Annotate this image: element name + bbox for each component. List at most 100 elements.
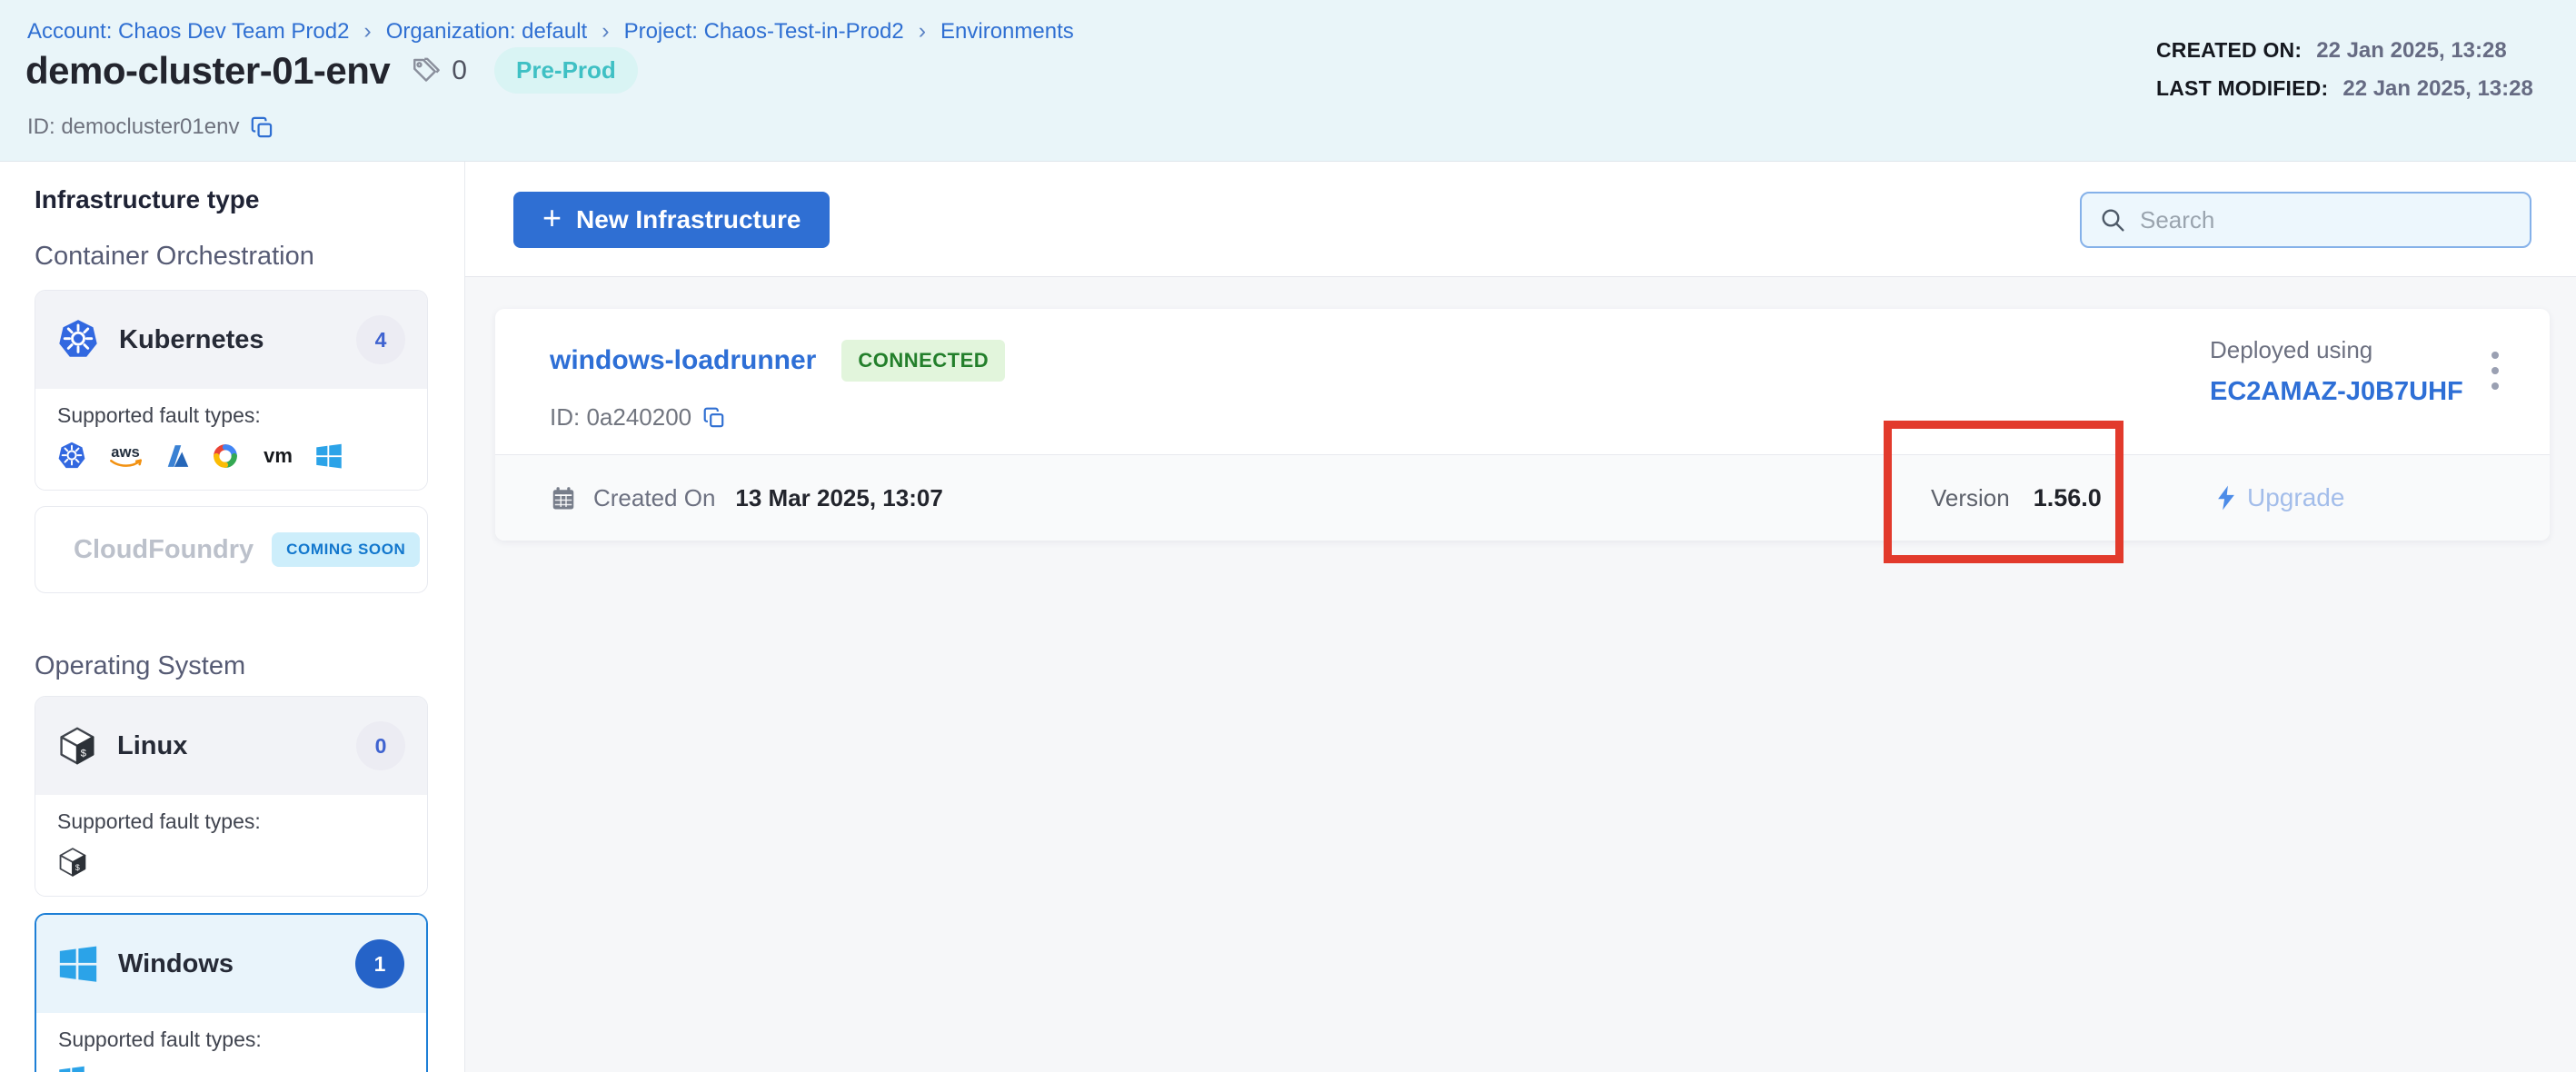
linux-icon: $ [57, 726, 97, 766]
coming-soon-badge: COMING SOON [272, 532, 420, 567]
infrastructure-card: windows-loadrunner CONNECTED ID: 0a24020… [495, 309, 2550, 541]
version-label: Version [1931, 484, 2010, 512]
sidebar-title: Infrastructure type [35, 185, 428, 214]
last-modified-value: 22 Jan 2025, 13:28 [2342, 76, 2533, 102]
linux-count-badge: 0 [356, 721, 405, 770]
gcp-icon [210, 441, 241, 471]
windows-fault-icons [58, 1065, 404, 1072]
supported-fault-types-label: Supported fault types: [58, 1027, 404, 1052]
calendar-icon [550, 484, 577, 511]
search-input[interactable] [2140, 206, 2513, 234]
chevron-right-icon: › [363, 18, 371, 45]
kubernetes-card-body: Supported fault types: aws [35, 389, 427, 490]
chevron-right-icon: › [919, 18, 926, 45]
svg-text:$: $ [75, 863, 80, 872]
kubernetes-icon [57, 442, 86, 471]
environment-details-page: Account: Chaos Dev Team Prod2 › Organiza… [0, 0, 2576, 1072]
breadcrumb-project[interactable]: Project: Chaos-Test-in-Prod2 [624, 19, 904, 45]
infrastructure-card-body: windows-loadrunner CONNECTED ID: 0a24020… [495, 309, 2550, 454]
windows-icon [315, 442, 343, 470]
page-header: Account: Chaos Dev Team Prod2 › Organiza… [0, 0, 2576, 162]
chevron-right-icon: › [602, 18, 609, 45]
deployed-host-link[interactable]: EC2AMAZ-J0B7UHF [2210, 377, 2463, 407]
infra-type-card-cloudfoundry: CloudFoundry COMING SOON [35, 506, 428, 593]
copy-infra-id-button[interactable] [702, 406, 726, 430]
section-container-orchestration: Container Orchestration [35, 242, 428, 272]
tags-count: 0 [410, 55, 467, 87]
copy-id-button[interactable] [250, 115, 274, 140]
infrastructure-name-link[interactable]: windows-loadrunner [550, 345, 816, 376]
windows-card-body: Supported fault types: [36, 1013, 426, 1072]
infrastructure-id-row: ID: 0a240200 [550, 403, 2550, 432]
aws-icon: aws [104, 442, 146, 470]
cloudfoundry-label: CloudFoundry [74, 535, 254, 565]
windows-card-head[interactable]: Windows 1 [36, 915, 426, 1013]
svg-text:aws: aws [111, 443, 140, 461]
last-modified-row: LAST MODIFIED: 22 Jan 2025, 13:28 [2156, 76, 2533, 102]
linux-card-body: Supported fault types: $ [35, 795, 427, 896]
created-on-label: CREATED ON: [2156, 38, 2302, 63]
tag-count-value: 0 [452, 55, 467, 86]
linux-fault-icons: $ [57, 847, 405, 878]
environment-type-badge: Pre-Prod [494, 47, 638, 94]
new-infrastructure-label: New Infrastructure [576, 205, 801, 234]
tag-icon [410, 55, 443, 87]
kubernetes-label: Kubernetes [119, 325, 336, 355]
version-block: Version 1.56.0 [1931, 484, 2102, 512]
windows-icon [58, 944, 98, 984]
last-modified-label: LAST MODIFIED: [2156, 76, 2328, 101]
upgrade-button[interactable]: Upgrade [2216, 483, 2344, 512]
kubernetes-card-head[interactable]: Kubernetes 4 [35, 291, 427, 389]
environment-id-row: ID: democluster01env [27, 114, 274, 140]
windows-icon [58, 1065, 85, 1072]
created-on-row: CREATED ON: 22 Jan 2025, 13:28 [2156, 38, 2533, 64]
page-title: demo-cluster-01-env [25, 49, 390, 93]
linux-icon: $ [57, 847, 88, 878]
breadcrumb-organization[interactable]: Organization: default [386, 19, 587, 45]
supported-fault-types-label: Supported fault types: [57, 403, 405, 428]
environment-dates: CREATED ON: 22 Jan 2025, 13:28 LAST MODI… [2156, 38, 2533, 114]
supported-fault-types-label: Supported fault types: [57, 809, 405, 834]
copy-icon [702, 406, 726, 430]
created-on-value: 13 Mar 2025, 13:07 [735, 484, 942, 512]
infra-type-card-kubernetes[interactable]: Kubernetes 4 Supported fault types: [35, 290, 428, 491]
infra-type-card-windows[interactable]: Windows 1 Supported fault types: [35, 913, 428, 1072]
vmware-icon: vm [259, 443, 297, 469]
copy-icon [250, 115, 274, 140]
infra-type-card-linux[interactable]: $ Linux 0 Supported fault types: $ [35, 696, 428, 897]
toolbar: + New Infrastructure [465, 162, 2576, 277]
azure-icon [164, 442, 192, 470]
lightning-bolt-icon [2216, 485, 2236, 511]
svg-text:$: $ [81, 749, 87, 759]
windows-label: Windows [118, 949, 335, 979]
kubernetes-icon [57, 319, 99, 361]
created-on-label: Created On [593, 484, 715, 512]
breadcrumb: Account: Chaos Dev Team Prod2 › Organiza… [27, 18, 1074, 45]
kubernetes-count-badge: 4 [356, 315, 405, 364]
environment-id: ID: democluster01env [27, 114, 239, 140]
kebab-menu-icon[interactable] [2477, 342, 2513, 400]
search-box[interactable] [2080, 192, 2531, 248]
svg-text:vm: vm [264, 444, 293, 467]
linux-label: Linux [117, 731, 336, 761]
connected-status-badge: CONNECTED [841, 340, 1005, 382]
deployed-using-label: Deployed using [2210, 336, 2463, 364]
created-on-value: 22 Jan 2025, 13:28 [2316, 38, 2507, 64]
windows-count-badge: 1 [355, 939, 404, 988]
search-icon [2098, 205, 2127, 234]
infrastructure-list-panel: + New Infrastructure windows-loadrunner … [465, 162, 2576, 1072]
breadcrumb-environments[interactable]: Environments [940, 19, 1074, 45]
version-value: 1.56.0 [2034, 484, 2102, 512]
infrastructure-type-sidebar: Infrastructure type Container Orchestrat… [0, 162, 465, 1072]
section-operating-system: Operating System [35, 651, 428, 681]
deployed-using-block: Deployed using EC2AMAZ-J0B7UHF [2210, 336, 2463, 407]
environment-title-row: demo-cluster-01-env 0 Pre-Prod [25, 47, 638, 94]
linux-card-head[interactable]: $ Linux 0 [35, 697, 427, 795]
infrastructure-id: ID: 0a240200 [550, 403, 691, 432]
upgrade-label: Upgrade [2247, 483, 2344, 512]
kubernetes-fault-icons: aws vm [57, 441, 405, 471]
infrastructure-list: windows-loadrunner CONNECTED ID: 0a24020… [465, 277, 2576, 1072]
infrastructure-card-footer: Created On 13 Mar 2025, 13:07 Version 1.… [495, 454, 2550, 541]
new-infrastructure-button[interactable]: + New Infrastructure [513, 192, 830, 248]
breadcrumb-account[interactable]: Account: Chaos Dev Team Prod2 [27, 19, 349, 45]
